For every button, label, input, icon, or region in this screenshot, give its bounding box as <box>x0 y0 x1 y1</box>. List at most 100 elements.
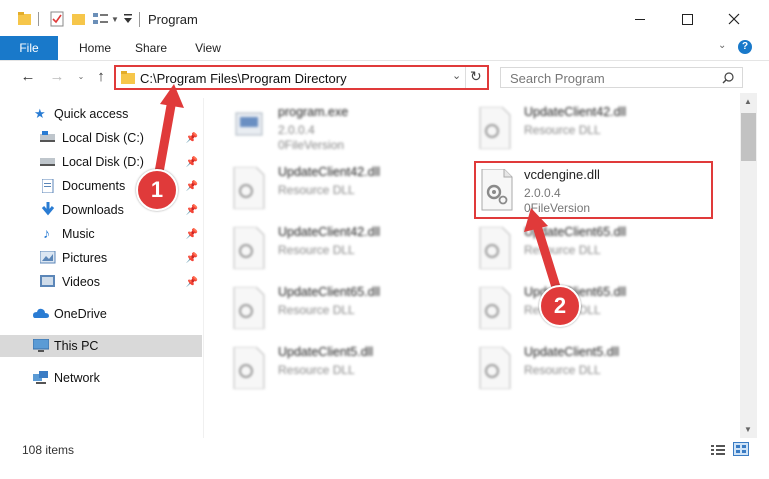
sidebar-item-label: Videos <box>62 275 100 289</box>
exe-file-icon <box>235 112 263 136</box>
file-list: program.exe 2.0.0.4 0FileVersion UpdateC… <box>205 93 740 438</box>
file-explorer-window: ▼ Program File Home Share View ⌄ ? ← → ⌄… <box>0 0 769 479</box>
file-name: UpdateClient5.dll <box>278 345 374 359</box>
dll-file-icon <box>233 347 265 389</box>
computer-icon <box>33 339 49 352</box>
file-version: 2.0.0.4 <box>278 123 315 137</box>
documents-icon <box>42 179 54 193</box>
network-icon <box>33 371 48 384</box>
file-item[interactable]: UpdateClient65.dll Resource DLL <box>478 283 708 339</box>
pin-icon[interactable]: 📌 <box>186 157 198 168</box>
search-input[interactable]: Search Program <box>500 67 743 88</box>
details-view-icon[interactable] <box>711 444 725 456</box>
sidebar-item-label: Pictures <box>62 251 108 265</box>
file-item[interactable]: UpdateClient65.dll Resource DLL <box>478 223 708 279</box>
music-icon: ♪ <box>43 225 50 241</box>
tab-share[interactable]: Share <box>128 36 174 60</box>
file-name: UpdateClient42.dll <box>278 225 381 239</box>
dll-file-icon <box>479 107 511 149</box>
item-count: 108 items <box>22 443 75 457</box>
pin-icon[interactable]: 📌 <box>186 181 198 192</box>
sidebar-item-network[interactable]: Network <box>0 367 202 389</box>
sidebar-item-label: Network <box>54 371 100 385</box>
tab-view[interactable]: View <box>185 36 231 60</box>
separator-icon <box>38 10 39 28</box>
up-button[interactable]: ↑ <box>91 67 111 87</box>
sidebar-item-label: Documents <box>62 179 126 193</box>
vertical-scrollbar[interactable]: ▲ ▼ <box>740 93 757 438</box>
large-icons-view-icon[interactable] <box>733 442 749 456</box>
dll-file-icon <box>233 227 265 269</box>
sidebar-item-label: Local Disk (C:) <box>62 131 144 145</box>
dll-file-icon <box>479 287 511 329</box>
highlighted-file-item[interactable]: vcdengine.dll 2.0.0.4 0FileVersion <box>474 161 713 219</box>
sidebar-item-local-disk-d[interactable]: Local Disk (D:) 📌 <box>0 151 202 173</box>
pin-icon[interactable]: 📌 <box>186 205 198 216</box>
sidebar-item-music[interactable]: ♪ Music 📌 <box>0 223 202 245</box>
pin-icon[interactable]: 📌 <box>186 229 198 240</box>
file-item[interactable]: UpdateClient42.dll Resource DLL <box>232 163 462 219</box>
download-icon <box>41 202 55 216</box>
recent-locations-icon[interactable]: ⌄ <box>71 67 91 87</box>
scrollbar-thumb[interactable] <box>741 113 756 161</box>
pin-icon[interactable]: 📌 <box>186 133 198 144</box>
sidebar-item-label: This PC <box>54 339 99 353</box>
file-item[interactable]: UpdateClient5.dll Resource DLL <box>478 343 708 399</box>
sidebar-item-label: Downloads <box>62 203 124 217</box>
file-description: Resource DLL <box>524 123 601 137</box>
customize-toolbar-icon[interactable] <box>123 10 133 28</box>
sidebar-item-videos[interactable]: Videos 📌 <box>0 271 202 293</box>
maximize-button[interactable] <box>664 4 710 34</box>
file-item[interactable]: UpdateClient5.dll Resource DLL <box>232 343 462 399</box>
address-divider <box>465 67 466 88</box>
tab-home[interactable]: Home <box>72 36 118 60</box>
customize-dropdown-icon[interactable]: ▼ <box>111 10 119 28</box>
search-icon[interactable] <box>722 72 734 84</box>
status-bar: 108 items <box>0 438 769 462</box>
cloud-icon <box>33 308 49 318</box>
chevron-down-icon[interactable]: ⌄ <box>452 69 461 82</box>
sidebar-item-onedrive[interactable]: OneDrive <box>0 303 202 325</box>
address-bar[interactable]: C:\Program Files\Program Directory ⌄ ↻ <box>114 65 489 90</box>
help-icon[interactable]: ? <box>738 40 752 54</box>
sidebar-item-pictures[interactable]: Pictures 📌 <box>0 247 202 269</box>
file-name: UpdateClient42.dll <box>524 105 627 119</box>
file-description: 0FileVersion <box>278 138 345 152</box>
search-placeholder: Search Program <box>510 71 605 86</box>
drive-icon <box>40 131 55 142</box>
sidebar-item-local-disk-c[interactable]: Local Disk (C:) 📌 <box>0 127 202 149</box>
sidebar-item-label: Quick access <box>54 107 129 121</box>
back-button[interactable]: ← <box>18 67 38 87</box>
file-item[interactable]: UpdateClient42.dll Resource DLL <box>478 103 708 159</box>
properties-icon[interactable] <box>50 10 64 28</box>
file-name: UpdateClient65.dll <box>524 225 627 239</box>
view-options-icon[interactable] <box>93 10 109 28</box>
new-folder-icon[interactable] <box>72 10 86 28</box>
close-button[interactable] <box>711 4 757 34</box>
file-name: UpdateClient5.dll <box>524 345 620 359</box>
sidebar-item-this-pc[interactable]: This PC <box>0 335 202 357</box>
pin-icon[interactable]: 📌 <box>186 253 198 264</box>
sidebar-item-label: Music <box>62 227 95 241</box>
sidebar-item-quick-access[interactable]: ★ Quick access <box>0 103 202 125</box>
refresh-icon[interactable]: ↻ <box>470 68 482 85</box>
navigation-pane: ★ Quick access Local Disk (C:) 📌 Local D… <box>0 98 204 438</box>
minimize-button[interactable] <box>617 4 663 34</box>
file-item[interactable]: UpdateClient42.dll Resource DLL <box>232 223 462 279</box>
address-path: C:\Program Files\Program Directory <box>140 71 347 86</box>
dll-file-icon <box>233 167 265 209</box>
file-item[interactable]: program.exe 2.0.0.4 0FileVersion <box>232 103 462 159</box>
pin-icon[interactable]: 📌 <box>186 277 198 288</box>
title-bar: ▼ Program <box>0 0 769 36</box>
scroll-down-icon[interactable]: ▼ <box>744 425 752 434</box>
file-description: Resource DLL <box>278 363 355 377</box>
scroll-up-icon[interactable]: ▲ <box>744 97 752 106</box>
ribbon: File Home Share View ⌄ ? <box>0 36 769 61</box>
forward-button[interactable]: → <box>47 67 67 87</box>
tab-file[interactable]: File <box>0 36 58 60</box>
file-description: Resource DLL <box>278 243 355 257</box>
expand-ribbon-icon[interactable]: ⌄ <box>718 40 726 51</box>
file-description: 0FileVersion <box>524 201 591 215</box>
folder-icon[interactable] <box>18 10 32 28</box>
file-item[interactable]: UpdateClient65.dll Resource DLL <box>232 283 462 339</box>
